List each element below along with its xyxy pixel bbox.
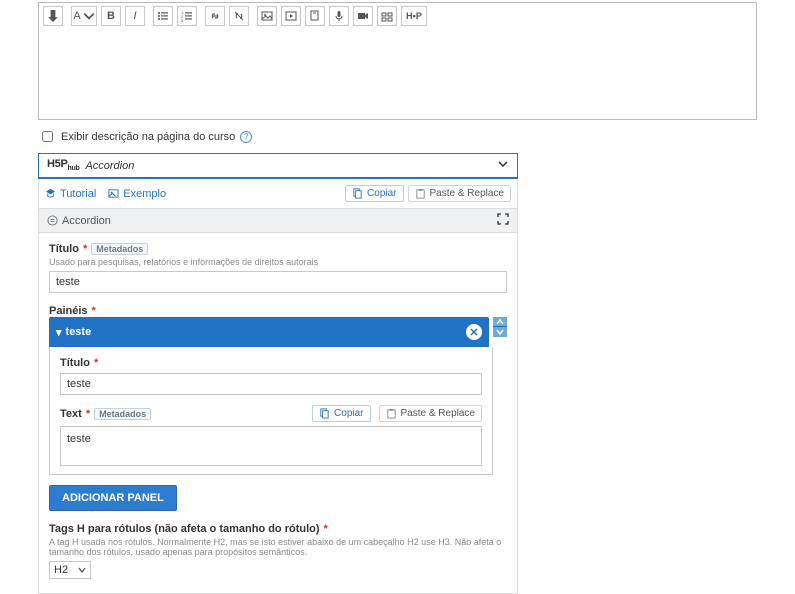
record-audio-icon[interactable]	[329, 6, 349, 26]
image-icon[interactable]	[257, 6, 277, 26]
move-up-icon[interactable]	[493, 317, 507, 327]
add-panel-button[interactable]: ADICIONAR PANEL	[49, 485, 177, 511]
h5p-logo-icon: H5Phub	[47, 158, 79, 172]
bold-icon[interactable]: B	[101, 6, 121, 26]
italic-icon[interactable]: I	[125, 6, 145, 26]
htag-label: Tags H para rótulos (não afeta o tamanho…	[49, 523, 320, 535]
chevron-down-icon	[497, 158, 509, 173]
media-icon[interactable]	[281, 6, 301, 26]
manage-files-icon[interactable]	[377, 6, 397, 26]
number-list-icon[interactable]: 123	[177, 6, 197, 26]
panels-label: Painéis	[49, 305, 88, 317]
paragraph-style-dropdown[interactable]: A	[71, 6, 97, 26]
rte-toolbar: A B I 123 H•P	[39, 3, 756, 29]
panel-copy-button[interactable]: Copiar	[312, 405, 370, 422]
paste-replace-button[interactable]: Paste & Replace	[408, 185, 512, 202]
rich-text-editor: A B I 123 H•P	[38, 2, 757, 120]
tutorial-link[interactable]: Tutorial	[45, 188, 96, 200]
htag-select[interactable]: H2	[49, 561, 91, 579]
caret-down-icon: ▾	[56, 326, 62, 339]
panel-name: teste	[66, 326, 92, 338]
remove-panel-icon[interactable]: ✕	[466, 324, 482, 340]
move-down-icon[interactable]	[493, 327, 507, 337]
h5p-icon[interactable]: H•P	[401, 6, 427, 26]
unlink-icon[interactable]	[229, 6, 249, 26]
panel-text-area[interactable]: teste	[60, 426, 482, 466]
title-input[interactable]	[49, 271, 507, 293]
panel-metadata-button[interactable]: Metadados	[94, 408, 151, 420]
svg-text:3: 3	[181, 18, 184, 22]
panel-title-input[interactable]	[60, 373, 482, 395]
title-description: Usado para pesquisas, relatórios e infor…	[49, 257, 507, 267]
toggle-toolbar-icon[interactable]	[43, 6, 63, 26]
copy-button[interactable]: Copiar	[345, 185, 403, 202]
panel-title-label: Título	[60, 357, 90, 369]
hub-selected-type: Accordion	[85, 160, 134, 172]
panel-paste-replace-button[interactable]: Paste & Replace	[379, 405, 483, 422]
files-icon[interactable]	[305, 6, 325, 26]
htag-description: A tag H usada nos rótulos. Normalmente H…	[49, 537, 507, 557]
show-description-checkbox[interactable]	[42, 131, 53, 142]
content-type-header: Accordion	[47, 215, 111, 227]
bullet-list-icon[interactable]	[153, 6, 173, 26]
example-link[interactable]: Exemplo	[108, 188, 166, 200]
fullscreen-icon[interactable]	[497, 213, 509, 228]
panel-header[interactable]: ▾ teste ✕	[49, 317, 489, 347]
h5p-hub-selector[interactable]: H5Phub Accordion	[38, 153, 518, 179]
panel-text-label: Text	[60, 408, 82, 420]
link-icon[interactable]	[205, 6, 225, 26]
rte-content-area[interactable]	[39, 29, 756, 119]
record-video-icon[interactable]	[353, 6, 373, 26]
metadata-button[interactable]: Metadados	[91, 243, 148, 255]
help-icon[interactable]: ?	[240, 131, 252, 143]
title-label: Título	[49, 243, 79, 255]
show-description-label: Exibir descrição na página do curso	[61, 131, 235, 143]
